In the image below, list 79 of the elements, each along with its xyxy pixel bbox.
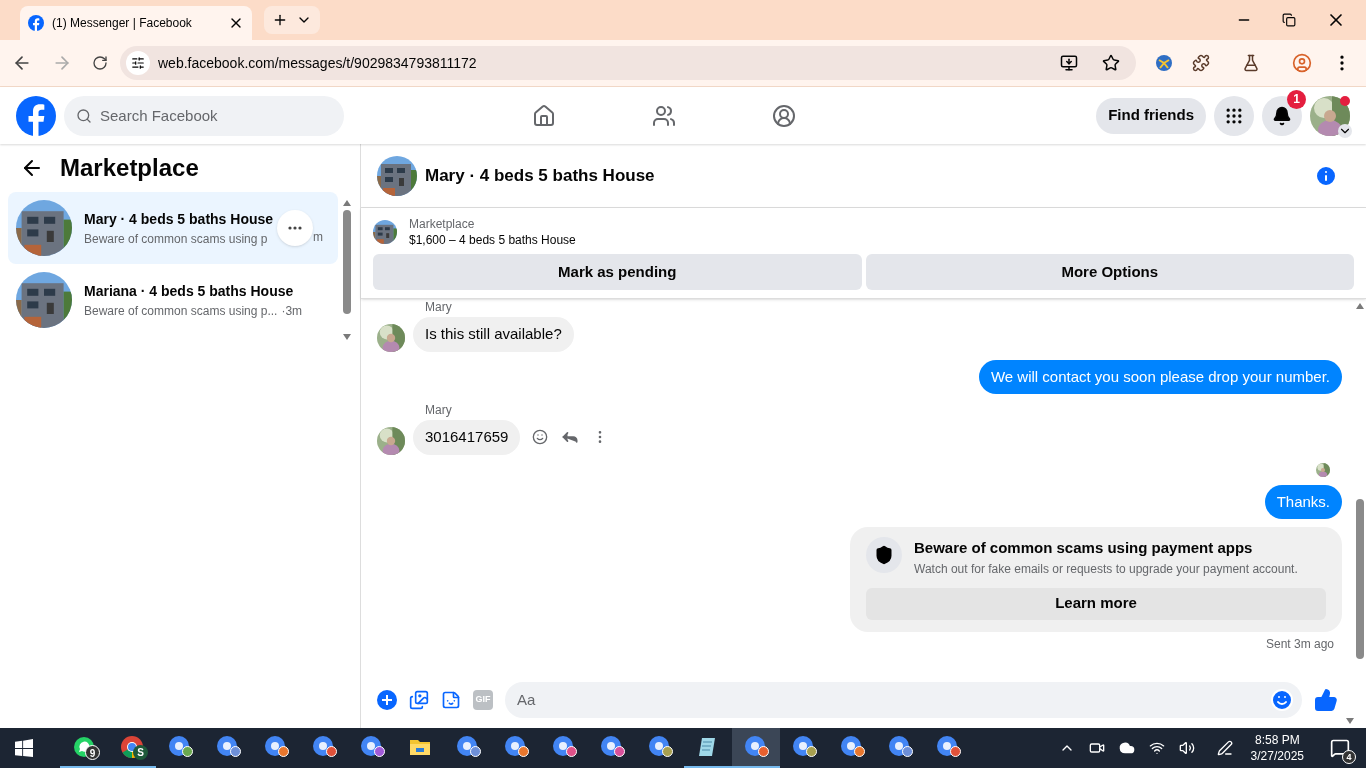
taskbar-app[interactable]: 9 [60,728,108,768]
cloud-icon[interactable] [1118,740,1135,756]
reload-icon[interactable] [92,55,108,71]
conversation-preview: Beware of common scams using p [84,230,268,248]
groups-icon [772,103,796,128]
photo-icon[interactable] [409,689,429,710]
new-tab-icon[interactable] [272,12,288,28]
extensions-icon[interactable] [1192,54,1210,72]
start-icon[interactable] [15,739,33,757]
conversation-time: ·3m [281,302,303,320]
card-text: Watch out for fake emails or requests to upgrade your payment account. [914,560,1298,578]
listing-source: Marketplace [409,216,476,232]
browser-tab[interactable]: (1) Messenger | Facebook [20,6,252,40]
friends-icon [652,103,676,128]
bookmark-icon[interactable] [1102,54,1120,72]
search-icon [76,107,92,124]
install-icon[interactable] [1060,54,1078,72]
clock-date: 3/27/2025 [1250,748,1304,764]
facebook-logo[interactable] [16,95,56,136]
taskbar-app[interactable]: S [108,728,156,768]
scroll-up-icon[interactable] [343,200,351,206]
card-title: Beware of common scams using payment apps [914,538,1254,558]
incoming-message: 3016417659 [413,420,521,455]
wifi-icon[interactable] [1148,740,1165,756]
conversation-name: Mariana · 4 beds 5 baths House [84,281,295,301]
sender-name: Mary [425,299,453,315]
chat-title: Mary · 4 beds 5 baths House [425,164,655,187]
incoming-message: Is this still available? [413,317,574,352]
react-icon[interactable] [532,428,549,445]
conversation-preview: Beware of common scams using p... [84,302,278,320]
scrollbar-thumb[interactable] [343,210,351,314]
listing-action-button[interactable]: Mark as pending [373,254,862,290]
ellipsis-icon [288,226,303,230]
sender-name: Mary [425,402,453,418]
menu-button[interactable] [1214,95,1254,136]
app-badge: S [133,745,148,760]
listing-action-button[interactable]: More Options [865,254,1354,290]
facebook-icon [28,15,44,31]
message-field[interactable]: Aa [505,681,1302,718]
pen-icon[interactable] [1216,740,1233,756]
notification-count: 4 [1342,750,1356,764]
listing-summary: $1,600 – 4 beds 5 baths House [409,232,576,248]
like-icon[interactable] [1314,687,1338,712]
add-icon[interactable] [377,689,397,710]
sent-status: Sent 3m ago [1265,635,1334,652]
learn-more-button[interactable]: Learn more [866,587,1326,620]
notification-badge: 1 [1287,89,1306,109]
tab-title: (1) Messenger | Facebook [52,15,193,31]
bell-icon [1272,105,1292,126]
conversation-name: Mary · 4 beds 5 baths House [84,209,274,229]
shield-icon [874,545,894,565]
taskbar-app[interactable] [732,728,780,768]
scroll-up-icon[interactable] [1356,303,1364,309]
outgoing-message: Thanks. [1264,484,1342,519]
address-bar[interactable]: web.facebook.com/messages/t/9029834793811172 [120,46,1136,80]
flask-icon[interactable] [1242,54,1260,72]
scroll-down-icon[interactable] [343,334,351,340]
find-friends-button[interactable]: Find friends [1096,97,1206,134]
volume-icon[interactable] [1178,740,1195,756]
outgoing-message: We will contact you soon please drop your number. [978,359,1342,394]
sticker-icon[interactable] [441,689,461,710]
conversation-time: m [313,229,324,246]
url-text: web.facebook.com/messages/t/9029834793811172 [158,54,478,73]
app-badge: 9 [85,745,100,760]
conversation-item[interactable]: Mary · 4 beds 5 baths House Beware of common scams using p m [8,192,338,264]
profile-icon[interactable] [1292,53,1312,73]
site-settings-icon[interactable] [131,56,145,70]
restore-icon[interactable] [1282,13,1296,27]
conversation-item[interactable]: Mariana · 4 beds 5 baths House Beware of common scams using p... ·3m [8,264,338,336]
camera-icon[interactable] [1088,740,1105,756]
sidebar-title: Marketplace [60,153,199,183]
notifications-icon[interactable] [1330,738,1350,758]
search-field[interactable]: Search Facebook [64,95,344,136]
scroll-down-icon[interactable] [1346,718,1354,724]
clock-time: 8:58 PM [1254,732,1300,748]
scrollbar-thumb[interactable] [1356,499,1364,659]
notifications-button[interactable] [1262,95,1302,136]
extension-icon[interactable] [1156,55,1172,71]
home-icon [532,103,556,128]
